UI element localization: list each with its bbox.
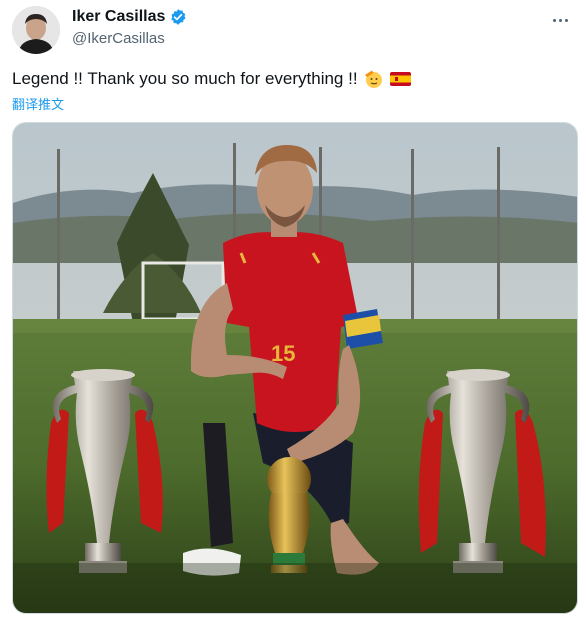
tweet-text: Legend !! Thank you so much for everythi… <box>12 69 411 89</box>
spain-flag-emoji <box>389 72 411 86</box>
avatar-photo <box>12 6 60 54</box>
photo-scene: 15 <box>13 123 577 613</box>
verified-badge-icon <box>171 9 186 25</box>
author-name-row: Iker Casillas <box>72 8 187 26</box>
author-display-name[interactable]: Iker Casillas <box>72 8 165 26</box>
world-cup-trophy <box>267 457 311 573</box>
saluting-face-emoji <box>364 70 382 88</box>
translate-tweet-link[interactable]: 翻译推文 <box>12 94 64 113</box>
tweet-card: Iker Casillas @IkerCasillas Legend !! Th… <box>0 0 586 620</box>
tweet-photo[interactable]: 15 <box>12 122 578 614</box>
more-options-icon[interactable] <box>548 12 572 28</box>
tweet-body: Legend !! Thank you so much for everythi… <box>12 69 358 88</box>
author-handle[interactable]: @IkerCasillas <box>72 30 165 47</box>
avatar[interactable] <box>12 6 60 54</box>
